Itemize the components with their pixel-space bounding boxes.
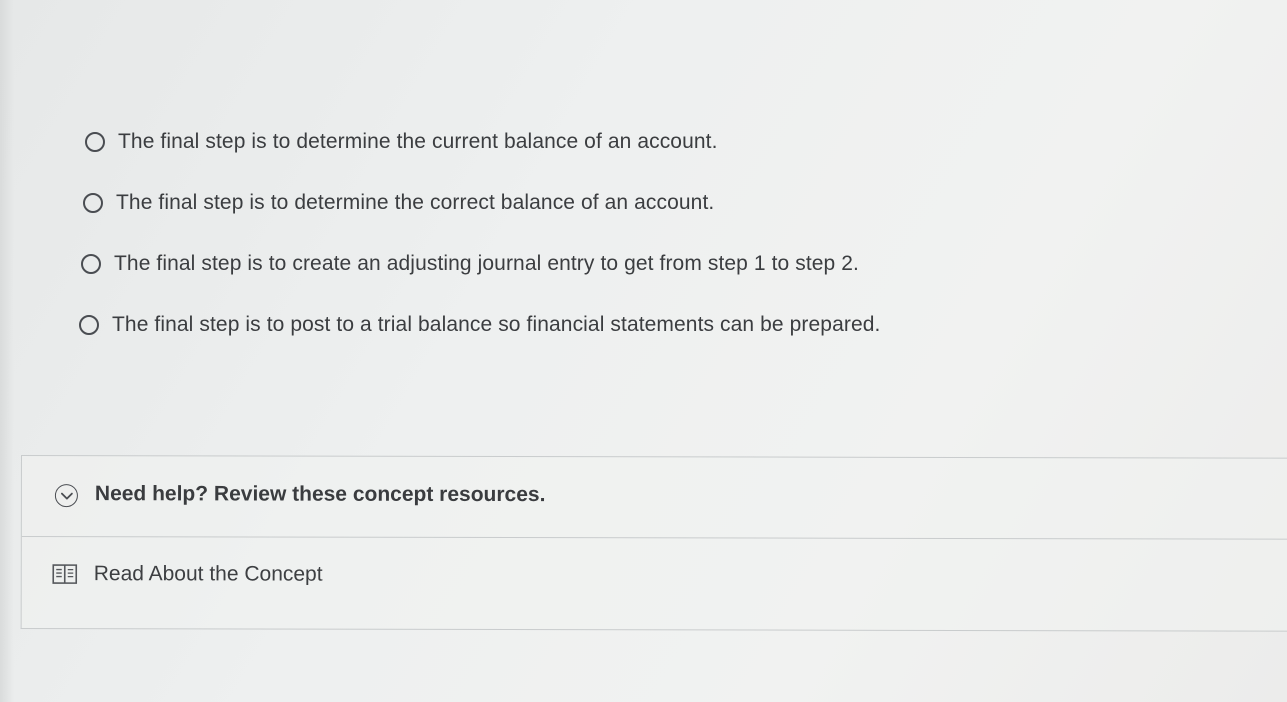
radio-button-icon[interactable] (79, 315, 99, 335)
answer-option-label: The final step is to determine the corre… (116, 191, 715, 214)
read-about-concept-label: Read About the Concept (93, 562, 323, 586)
page-edge-shadow (0, 0, 14, 702)
concept-resources-panel: Need help? Review these concept resource… (20, 455, 1287, 632)
answer-option-label: The final step is to create an adjusting… (114, 252, 859, 275)
answer-option-3[interactable]: The final step is to create an adjusting… (81, 249, 859, 279)
read-about-concept-link[interactable]: Read About the Concept (52, 562, 323, 587)
book-icon (52, 563, 78, 585)
concept-resources-title: Need help? Review these concept resource… (94, 482, 546, 507)
answer-option-2[interactable]: The final step is to determine the corre… (83, 188, 714, 218)
answer-option-label: The final step is to determine the curre… (118, 130, 718, 153)
answer-option-label: The final step is to post to a trial bal… (112, 313, 881, 336)
answer-option-4[interactable]: The final step is to post to a trial bal… (79, 310, 880, 340)
answer-option-1[interactable]: The final step is to determine the curre… (85, 127, 718, 157)
radio-button-icon[interactable] (81, 254, 101, 274)
radio-button-icon[interactable] (83, 193, 103, 213)
concept-resources-toggle[interactable]: Need help? Review these concept resource… (21, 456, 1287, 540)
chevron-down-circle-icon[interactable] (54, 484, 78, 508)
radio-button-icon[interactable] (85, 132, 105, 152)
